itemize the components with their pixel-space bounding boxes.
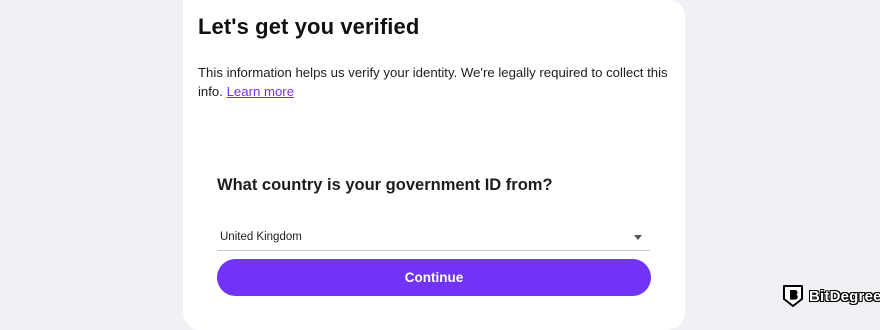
verification-card: Let's get you verified This information … [183, 0, 685, 330]
brand-name: BitDegree [809, 287, 880, 305]
brand-watermark: BitDegree [782, 284, 880, 308]
intro-text: This information helps us verify your id… [198, 63, 678, 101]
country-question: What country is your government ID from? [217, 176, 553, 194]
chevron-down-icon [634, 234, 642, 240]
country-select-value: United Kingdom [220, 231, 302, 243]
country-select[interactable]: United Kingdom [217, 224, 650, 251]
learn-more-link[interactable]: Learn more [227, 84, 294, 99]
continue-button[interactable]: Continue [217, 259, 651, 296]
page-title: Let's get you verified [198, 14, 420, 39]
bitdegree-logo-icon [783, 285, 803, 307]
